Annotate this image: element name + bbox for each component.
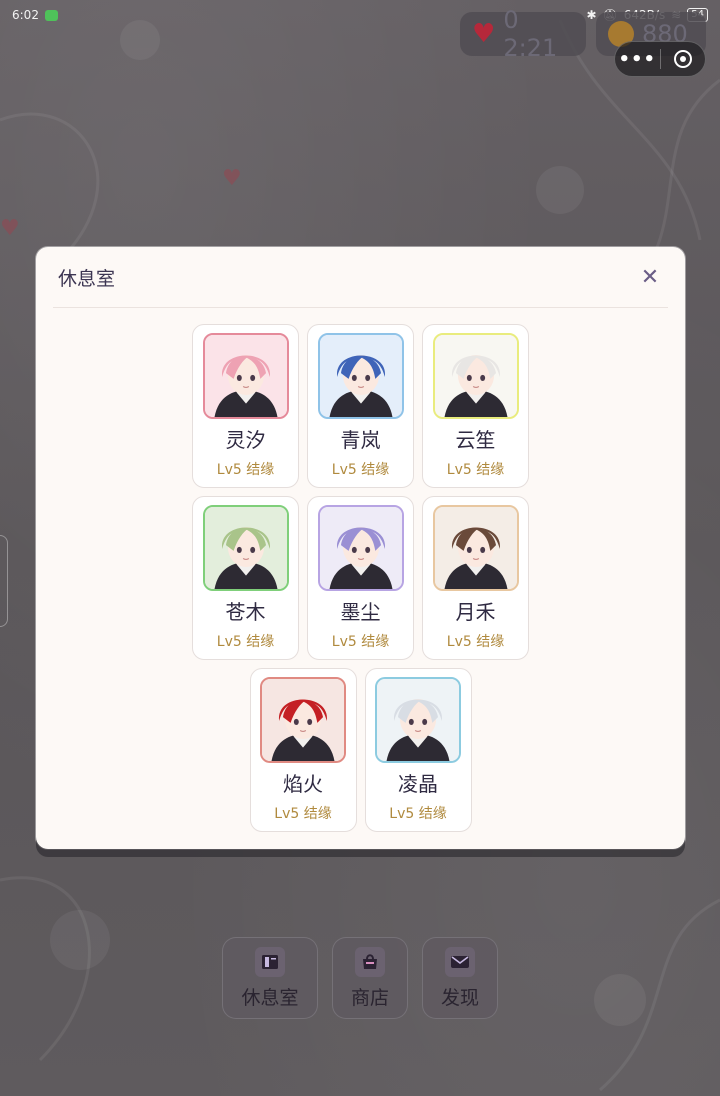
nav-lounge-button[interactable]: 休息室 bbox=[222, 937, 318, 1019]
more-button[interactable]: ••• bbox=[615, 49, 660, 70]
character-name: 凌晶 bbox=[398, 772, 438, 796]
book-icon bbox=[255, 946, 285, 977]
character-bond-level: Lv5 结缘 bbox=[274, 806, 332, 822]
modal-divider bbox=[53, 307, 668, 308]
exit-button[interactable] bbox=[661, 50, 706, 68]
character-card[interactable]: 焰火 Lv5 结缘 bbox=[249, 668, 357, 832]
mail-icon bbox=[445, 946, 475, 977]
character-portrait bbox=[432, 505, 519, 591]
shop-icon bbox=[355, 946, 385, 977]
character-row: 苍木 Lv5 结缘 墨尘 Lv5 结缘 月禾 Lv5 结缘 bbox=[192, 496, 529, 660]
lives-value: 0 2:21 bbox=[503, 6, 558, 62]
character-bond-level: Lv5 结缘 bbox=[446, 462, 505, 478]
status-time: 6:02 bbox=[12, 8, 39, 22]
character-card[interactable]: 青岚 Lv5 结缘 bbox=[307, 324, 414, 488]
nav-discover-button[interactable]: 发现 bbox=[422, 937, 498, 1019]
character-name: 墨尘 bbox=[340, 600, 381, 624]
character-name: 云笙 bbox=[455, 428, 496, 452]
modal-title: 休息室 bbox=[58, 268, 116, 290]
character-card[interactable]: 苍木 Lv5 结缘 bbox=[192, 496, 299, 660]
lives-counter[interactable]: ♥ 0 2:21 bbox=[460, 6, 586, 62]
lounge-modal: 休息室 ✕ 灵汐 Lv5 结缘 青岚 Lv5 结缘 云笙 Lv5 结缘 苍木 Lv5 结缘 墨尘… bbox=[36, 247, 685, 849]
bluetooth-icon: ✱ bbox=[586, 8, 597, 22]
character-portrait bbox=[317, 505, 404, 591]
character-portrait bbox=[260, 677, 346, 763]
miniprogram-capsule: ••• bbox=[614, 41, 706, 77]
character-portrait bbox=[432, 333, 519, 419]
character-card[interactable]: 灵汐 Lv5 结缘 bbox=[192, 324, 299, 488]
character-name: 青岚 bbox=[340, 428, 381, 452]
character-name: 焰火 bbox=[283, 772, 323, 796]
character-bond-level: Lv5 结缘 bbox=[216, 462, 275, 478]
heart-decoration-icon: ♥ bbox=[222, 166, 242, 191]
character-name: 苍木 bbox=[225, 600, 266, 624]
character-row: 灵汐 Lv5 结缘 青岚 Lv5 结缘 云笙 Lv5 结缘 bbox=[192, 324, 529, 488]
character-portrait bbox=[202, 333, 289, 419]
heart-icon: ♥ bbox=[472, 19, 496, 49]
character-name: 灵汐 bbox=[225, 428, 266, 452]
character-name: 月禾 bbox=[455, 600, 496, 624]
character-portrait bbox=[375, 677, 461, 763]
character-grid: 灵汐 Lv5 结缘 青岚 Lv5 结缘 云笙 Lv5 结缘 苍木 Lv5 结缘 墨尘 Lv5 结缘… bbox=[36, 324, 685, 832]
side-tab[interactable] bbox=[0, 535, 8, 627]
target-icon bbox=[673, 50, 692, 68]
character-bond-level: Lv5 结缘 bbox=[331, 462, 390, 478]
nav-label: 发现 bbox=[440, 986, 479, 1009]
character-bond-level: Lv5 结缘 bbox=[446, 634, 505, 650]
character-card[interactable]: 云笙 Lv5 结缘 bbox=[422, 324, 529, 488]
character-card[interactable]: 墨尘 Lv5 结缘 bbox=[307, 496, 414, 660]
character-row: 焰火 Lv5 结缘 凌晶 Lv5 结缘 bbox=[249, 668, 472, 832]
character-portrait bbox=[317, 333, 404, 419]
heart-decoration-icon: ♥ bbox=[0, 216, 20, 241]
nav-shop-button[interactable]: 商店 bbox=[332, 937, 408, 1019]
nav-label: 休息室 bbox=[241, 986, 299, 1009]
bottom-nav: 休息室 商店 发现 bbox=[222, 937, 498, 1019]
nav-label: 商店 bbox=[350, 986, 389, 1009]
wechat-icon bbox=[44, 9, 58, 21]
character-portrait bbox=[202, 505, 289, 591]
modal-header: 休息室 ✕ bbox=[36, 247, 685, 307]
close-icon[interactable]: ✕ bbox=[637, 264, 663, 290]
character-card[interactable]: 凌晶 Lv5 结缘 bbox=[364, 668, 472, 832]
character-bond-level: Lv5 结缘 bbox=[389, 806, 447, 822]
character-card[interactable]: 月禾 Lv5 结缘 bbox=[422, 496, 529, 660]
character-bond-level: Lv5 结缘 bbox=[216, 634, 275, 650]
character-bond-level: Lv5 结缘 bbox=[331, 634, 390, 650]
